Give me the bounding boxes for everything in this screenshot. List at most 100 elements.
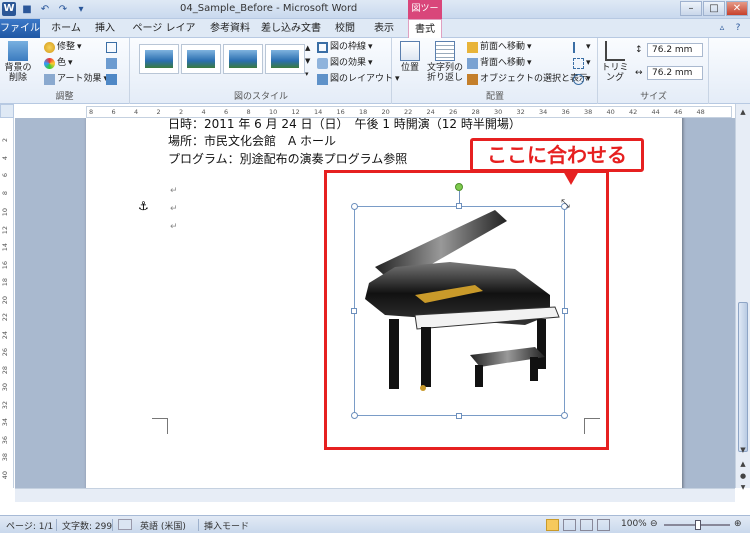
ruler-tick-label: 20: [1, 295, 9, 304]
scroll-down-arrow-icon[interactable]: ▼: [737, 444, 749, 456]
text-line-venue[interactable]: 場所：市民文化会館 A ホール: [168, 132, 336, 149]
bring-forward-button[interactable]: 前面へ移動 ▾: [467, 41, 532, 54]
styles-scroll-up-button[interactable]: ▲: [305, 42, 310, 55]
tab-format[interactable]: 書式: [408, 19, 442, 39]
crop-button[interactable]: トリミング: [599, 41, 631, 83]
tab-review[interactable]: 校閲: [328, 19, 362, 38]
web-layout-view-icon[interactable]: [580, 519, 593, 531]
ruler-tick-label: 22: [404, 108, 413, 116]
align-button[interactable]: ▾: [573, 41, 591, 54]
horizontal-ruler[interactable]: 8 6 4 2 2 4 6 8 10 12 14 16 18 20 22 24 26 28 30 32 34 36 38 40…: [86, 106, 732, 118]
insert-mode-indicator[interactable]: 挿入モード: [204, 519, 249, 532]
picture-border-icon: [317, 42, 328, 53]
remove-background-button[interactable]: 背景の削除: [2, 41, 34, 83]
group-label-arrange: 配置: [485, 92, 504, 102]
customize-qat-icon[interactable]: ▾: [74, 3, 88, 17]
paragraph-mark: ↵: [170, 222, 178, 232]
page-count[interactable]: ページ: 1/1: [6, 519, 53, 532]
status-separator: [56, 519, 57, 531]
corrections-icon: [44, 42, 55, 53]
ribbon-help-controls: ▵ ?: [716, 22, 744, 34]
status-bar: ページ: 1/1 文字数: 299 英語 (米国) 挿入モード 100% ⊖ ⊕: [0, 515, 750, 533]
corrections-button[interactable]: 修整 ▾: [44, 41, 82, 54]
zoom-level[interactable]: 100%: [621, 519, 647, 529]
text-line-date[interactable]: 日時：2011 年 6 月 24 日（日） 午後 1 時開演（12 時半開場）: [168, 118, 521, 132]
zoom-slider-thumb[interactable]: [695, 520, 701, 530]
group-objects-button[interactable]: ▾: [573, 57, 591, 70]
ruler-tick-label: 12: [1, 225, 9, 234]
ruler-tick-label: 2: [156, 108, 161, 116]
scrollbar-thumb[interactable]: [738, 302, 748, 452]
send-backward-icon: [467, 58, 478, 69]
rotate-button[interactable]: ▾: [573, 73, 591, 86]
vertical-scrollbar[interactable]: ▲ ▼ ▲ ● ▼: [735, 104, 750, 491]
close-button[interactable]: ✕: [726, 1, 748, 16]
artistic-effects-button[interactable]: アート効果▾: [44, 73, 108, 86]
previous-page-icon[interactable]: ▲: [737, 458, 749, 470]
horizontal-scrollbar[interactable]: [15, 488, 735, 502]
help-icon[interactable]: ?: [732, 22, 744, 34]
picture-tools-label: 図ツール: [408, 0, 442, 33]
ruler-tick-label: 2: [1, 138, 9, 143]
ruler-tick-label: 22: [1, 313, 9, 322]
proofing-icon[interactable]: [118, 519, 132, 530]
zoom-out-icon[interactable]: ⊖: [650, 519, 658, 529]
position-icon: [400, 41, 420, 61]
full-screen-view-icon[interactable]: [563, 519, 576, 531]
vertical-ruler[interactable]: 2 4 6 8 10 12 14 16 18 20 22 24 26 28 30 32 34 36 38 40: [0, 118, 14, 488]
redo-icon[interactable]: ↷: [56, 3, 70, 17]
color-button[interactable]: 色 ▾: [44, 57, 73, 70]
anchor-icon[interactable]: ⚓: [138, 199, 149, 213]
tab-file[interactable]: ファイル: [0, 19, 40, 38]
ruler-tick-label: 48: [696, 108, 705, 116]
tab-mailings[interactable]: 差し込み文書: [260, 19, 322, 38]
ruler-tick-label: 4: [201, 108, 206, 116]
tab-insert[interactable]: 挿入: [88, 19, 122, 38]
picture-style-1[interactable]: [139, 44, 179, 74]
ruler-toggle[interactable]: [0, 104, 14, 118]
tab-home[interactable]: ホーム: [46, 19, 86, 38]
compress-pictures-button[interactable]: [106, 41, 117, 54]
position-button[interactable]: 位置: [395, 41, 425, 73]
reset-picture-button[interactable]: [106, 73, 117, 86]
styles-scroll-down-button[interactable]: ▼: [305, 55, 310, 68]
text-line-program[interactable]: プログラム：別途配布の演奏プログラム参照: [168, 150, 407, 167]
maximize-button[interactable]: □: [703, 1, 725, 16]
word-app-icon[interactable]: W: [2, 2, 16, 16]
minimize-button[interactable]: –: [680, 1, 702, 16]
outline-view-icon[interactable]: [597, 519, 610, 531]
change-picture-button[interactable]: [106, 57, 117, 70]
ruler-tick-label: 38: [584, 108, 593, 116]
next-page-icon[interactable]: ▼: [737, 482, 749, 494]
language-indicator[interactable]: 英語 (米国): [140, 519, 186, 532]
instruction-callout: ここに合わせる: [470, 138, 644, 172]
tab-references[interactable]: 参考資料: [206, 19, 254, 38]
picture-style-3[interactable]: [223, 44, 263, 74]
group-size: トリミング ↕ 76.2 mm ↔ 76.2 mm サイズ: [599, 38, 709, 104]
height-field[interactable]: 76.2 mm: [647, 43, 703, 57]
group-adjust: 背景の削除 修整▾ 色▾ アート効果▾ 調整: [0, 38, 130, 104]
undo-icon[interactable]: ↶: [38, 3, 52, 17]
picture-style-4[interactable]: [265, 44, 305, 74]
wrap-text-button[interactable]: 文字列の折り返し: [427, 41, 463, 83]
picture-layout-button[interactable]: 図のレイアウト ▾: [317, 73, 400, 86]
print-layout-view-icon[interactable]: [546, 519, 559, 531]
scroll-up-arrow-icon[interactable]: ▲: [737, 106, 749, 118]
picture-style-2[interactable]: [181, 44, 221, 74]
selection-pane-button[interactable]: オブジェクトの選択と表示: [467, 73, 588, 86]
word-count[interactable]: 文字数: 299: [62, 519, 112, 532]
minimize-ribbon-icon[interactable]: ▵: [716, 22, 728, 34]
styles-more-button[interactable]: ▾: [305, 68, 309, 81]
save-icon[interactable]: ■: [20, 3, 34, 17]
tab-page-layout[interactable]: ページ レイアウト: [128, 19, 200, 53]
status-separator: [112, 519, 113, 531]
ruler-tick-label: 18: [359, 108, 368, 116]
width-field[interactable]: 76.2 mm: [647, 66, 703, 80]
ruler-tick-label: 4: [134, 108, 139, 116]
picture-border-button[interactable]: 図の枠線 ▾: [317, 41, 373, 54]
picture-effects-button[interactable]: 図の効果 ▾: [317, 57, 373, 70]
select-browse-object-icon[interactable]: ●: [737, 470, 749, 482]
send-backward-button[interactable]: 背面へ移動 ▾: [467, 57, 532, 70]
zoom-in-icon[interactable]: ⊕: [734, 519, 742, 529]
tab-view[interactable]: 表示: [366, 19, 402, 38]
